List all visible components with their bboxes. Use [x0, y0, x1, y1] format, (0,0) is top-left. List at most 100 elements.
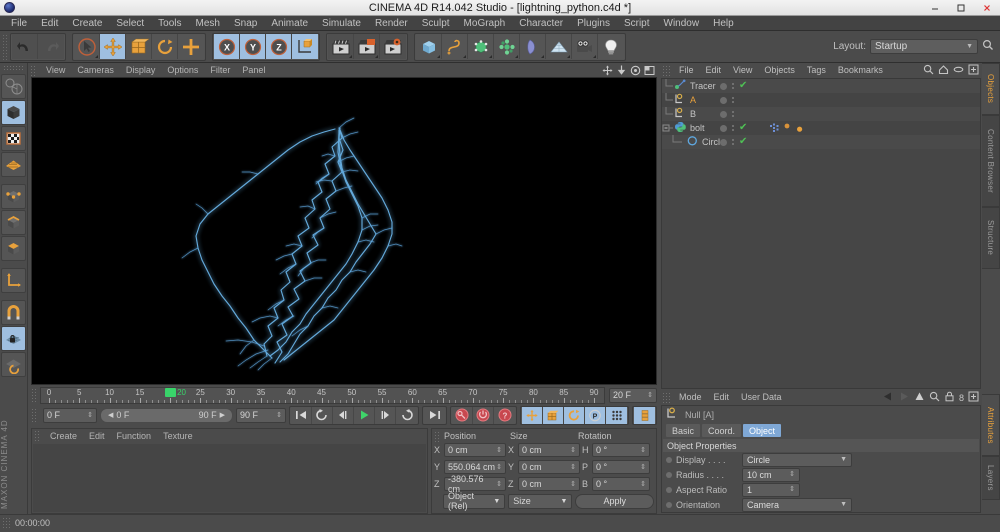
visibility-dots[interactable]	[732, 83, 734, 89]
position-z-field[interactable]: -380.576 cm ⇕	[444, 474, 506, 494]
visibility-dot[interactable]	[720, 82, 727, 90]
scene-floor-icon[interactable]	[546, 34, 572, 59]
render-region-clapper-icon[interactable]	[354, 34, 380, 59]
tab-objects[interactable]: Objects	[982, 63, 1000, 115]
world-coordinate-cube-icon[interactable]	[292, 34, 318, 59]
rotation-h-field[interactable]: 0 ° ⇕	[592, 443, 650, 458]
perspective-viewport[interactable]	[31, 77, 657, 385]
play-backwards-button[interactable]	[312, 406, 333, 424]
back-arrow-icon[interactable]	[882, 391, 894, 405]
add-panel-icon[interactable]	[968, 391, 979, 405]
tab-basic[interactable]: Basic	[666, 424, 701, 437]
mograph-cloner-icon[interactable]	[494, 34, 520, 59]
edges-mode-icon[interactable]	[1, 210, 26, 235]
om-menu-objects[interactable]: Objects	[758, 63, 801, 78]
tab-attributes[interactable]: Attributes	[982, 394, 1000, 456]
om-menu-tags[interactable]: Tags	[801, 63, 832, 78]
visibility-dots[interactable]	[732, 139, 734, 145]
preview-range-bar[interactable]: ◀ 0 F 90 F ▶	[100, 407, 233, 423]
generator-nurbs-icon[interactable]	[468, 34, 494, 59]
go-to-end-button[interactable]	[424, 406, 445, 424]
object-tree[interactable]: Tracer ✔ A B bolt ✔ Circle ✔	[661, 78, 981, 389]
coordinate-mode-dropdown[interactable]: Object (Rel) ▼	[443, 491, 506, 511]
stepper-arrows-icon[interactable]: ⇕	[789, 471, 795, 478]
material-list-area[interactable]	[33, 443, 426, 512]
stepper-arrows-icon[interactable]: ⇕	[640, 447, 646, 454]
scale-key-toggle[interactable]	[543, 406, 564, 424]
live-select-cursor-icon[interactable]	[74, 34, 100, 59]
visibility-dot[interactable]	[720, 110, 727, 118]
menu-help[interactable]: Help	[706, 16, 741, 31]
toolbar-grip[interactable]	[2, 33, 8, 60]
make-editable-icon[interactable]	[1, 74, 26, 99]
x-axis-lock-button[interactable]: X	[214, 34, 240, 59]
ellipse-icon[interactable]	[953, 64, 964, 78]
om-menu-bookmarks[interactable]: Bookmarks	[832, 63, 889, 78]
stepper-arrows-icon[interactable]: ⇕	[496, 464, 502, 471]
document-end-frame-field[interactable]: 20 F ⇕	[609, 387, 657, 403]
viewport-grip[interactable]	[30, 64, 37, 76]
object-row-circle[interactable]: Circle ✔	[662, 135, 980, 149]
up-arrow-icon[interactable]	[914, 391, 925, 405]
stepper-arrows-icon[interactable]: ⇕	[570, 481, 576, 488]
rotate-view-icon[interactable]	[630, 65, 641, 76]
menu-window[interactable]: Window	[657, 16, 707, 31]
render-settings-clapper-gear-icon[interactable]	[380, 34, 406, 59]
stepper-arrows-icon[interactable]: ⇕	[496, 481, 502, 488]
lock-icon[interactable]	[944, 391, 955, 405]
tab-layers[interactable]: Layers	[982, 456, 1000, 500]
layout-dropdown[interactable]: Startup ▼	[870, 39, 978, 54]
size-x-field[interactable]: 0 cm ⇕	[518, 443, 580, 458]
play-forward-button[interactable]	[354, 406, 375, 424]
viewport-menu-view[interactable]: View	[40, 63, 71, 77]
object-row-b[interactable]: B	[662, 107, 980, 121]
z-axis-lock-button[interactable]: Z	[266, 34, 292, 59]
menu-sculpt[interactable]: Sculpt	[415, 16, 457, 31]
object-manager-grip[interactable]	[662, 65, 670, 76]
tab-object[interactable]: Object	[743, 424, 782, 437]
material-menu-edit[interactable]: Edit	[83, 429, 111, 443]
forward-arrow-icon[interactable]	[898, 391, 910, 405]
stepper-arrows-icon[interactable]: ⇕	[640, 481, 646, 488]
current-frame-field[interactable]: 0 F ⇕	[43, 407, 97, 423]
record-active-objects-button[interactable]	[452, 406, 473, 424]
aspect-ratio-field[interactable]: 1 ⇕	[742, 482, 800, 497]
am-menu-mode[interactable]: Mode	[673, 390, 708, 405]
left-toolbar-grip[interactable]	[2, 65, 25, 71]
enable-snap-magnet-icon[interactable]	[1, 300, 26, 325]
menu-snap[interactable]: Snap	[227, 16, 264, 31]
attribute-manager-grip[interactable]	[662, 392, 670, 403]
tab-content-browser[interactable]: Content Browser	[982, 115, 1000, 207]
position-key-toggle[interactable]	[522, 406, 543, 424]
object-row-bolt[interactable]: bolt ✔	[662, 121, 980, 135]
play-loop-button[interactable]	[396, 406, 417, 424]
keyframe-options-button[interactable]	[634, 406, 655, 424]
menu-script[interactable]: Script	[617, 16, 657, 31]
step-forward-button[interactable]	[375, 406, 396, 424]
rotate-tool-icon[interactable]	[152, 34, 178, 59]
range-left-arrow-icon[interactable]: ◀	[108, 411, 113, 419]
keyframe-selection-button[interactable]: ?	[494, 406, 515, 424]
stepper-arrows-icon[interactable]: ⇕	[640, 464, 646, 471]
radius-field[interactable]: 10 cm ⇕	[742, 467, 800, 482]
primitive-cube-icon[interactable]	[416, 34, 442, 59]
om-menu-edit[interactable]: Edit	[700, 63, 728, 78]
polygons-mode-icon[interactable]	[1, 236, 26, 261]
menu-file[interactable]: File	[4, 16, 34, 31]
om-menu-view[interactable]: View	[727, 63, 758, 78]
transport-grip[interactable]	[31, 408, 38, 423]
menu-select[interactable]: Select	[109, 16, 151, 31]
model-mode-cube-icon[interactable]	[1, 100, 26, 125]
undo-button[interactable]	[12, 34, 38, 59]
menu-plugins[interactable]: Plugins	[570, 16, 617, 31]
material-menu-create[interactable]: Create	[44, 429, 83, 443]
size-mode-dropdown[interactable]: Size ▼	[508, 493, 573, 509]
rotation-p-field[interactable]: 0 ° ⇕	[592, 460, 650, 475]
position-x-field[interactable]: 0 cm ⇕	[444, 443, 506, 458]
visibility-dot[interactable]	[720, 96, 727, 104]
visibility-dots[interactable]	[732, 125, 734, 131]
search-icon[interactable]	[982, 39, 994, 54]
texture-mode-checker-icon[interactable]	[1, 126, 26, 151]
light-bulb-icon[interactable]	[598, 34, 624, 59]
preview-end-field[interactable]: 90 F ⇕	[236, 407, 286, 423]
